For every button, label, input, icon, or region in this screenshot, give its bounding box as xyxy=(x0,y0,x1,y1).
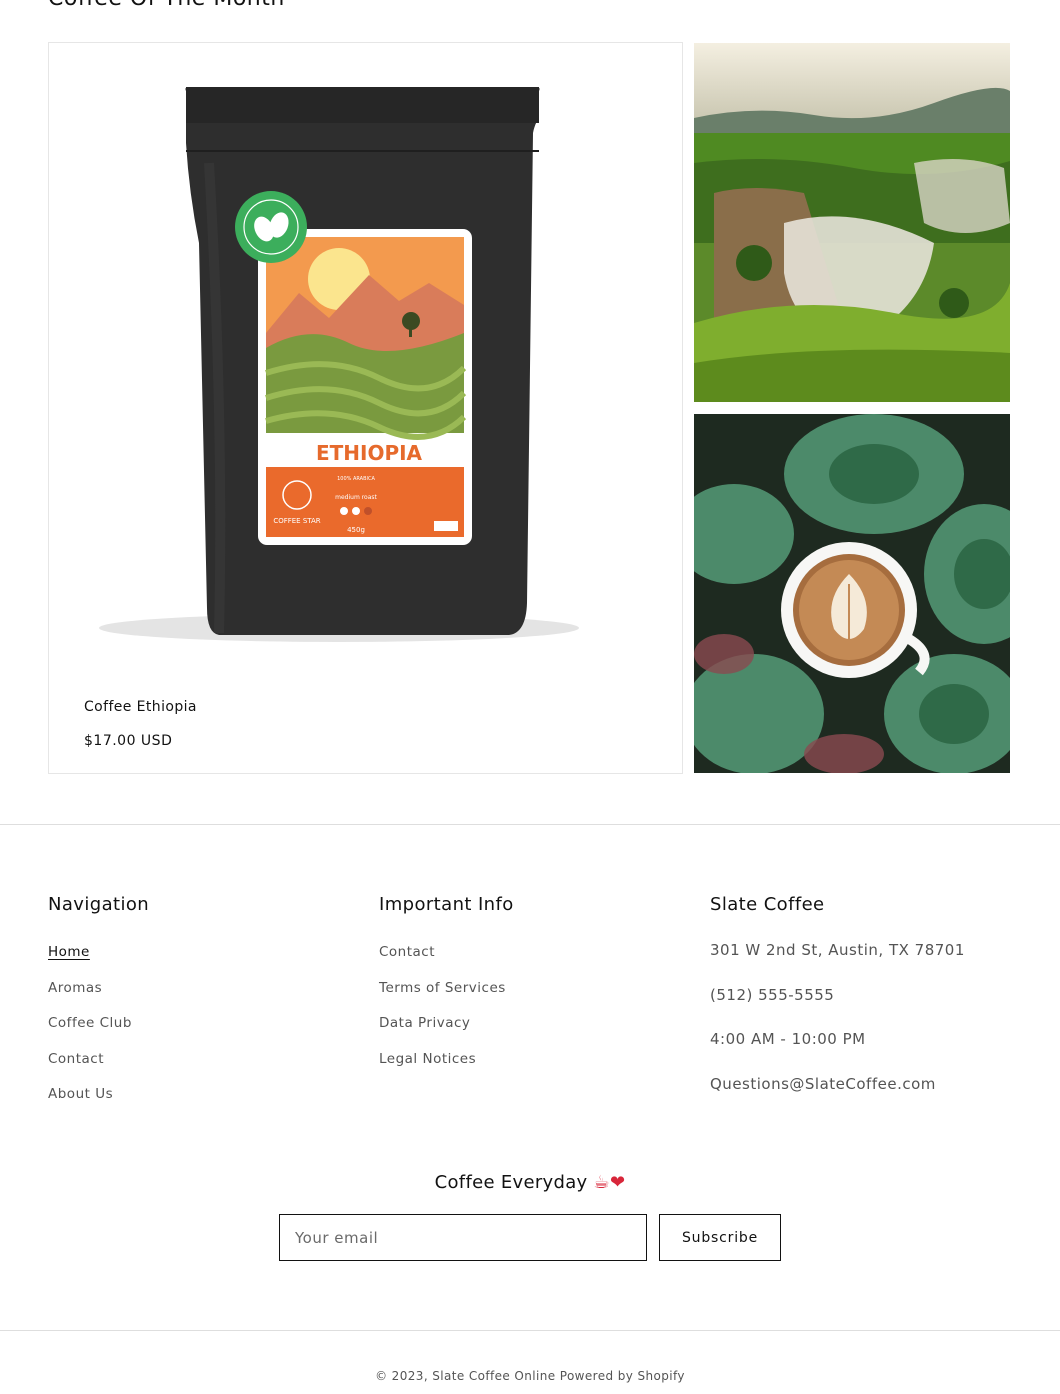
newsletter-title-text: Coffee Everyday xyxy=(434,1172,588,1193)
footer-link-coffee-club[interactable]: Coffee Club xyxy=(48,1015,132,1031)
product-name[interactable]: Coffee Ethiopia xyxy=(84,699,197,715)
footer-link-terms[interactable]: Terms of Services xyxy=(379,980,506,996)
footer-divider-top xyxy=(0,824,1060,825)
email-field[interactable] xyxy=(279,1214,647,1261)
latte-succulents-image xyxy=(694,414,1010,773)
footer-link-about-us[interactable]: About Us xyxy=(48,1086,113,1102)
store-heading: Slate Coffee xyxy=(710,894,825,915)
product-card[interactable]: ETHIOPIA COFFEE STAR 100% ARABICA medium… xyxy=(48,42,683,774)
footer-store-info: Slate Coffee 301 W 2nd St, Austin, TX 78… xyxy=(710,894,965,1120)
copyright-prefix: © 2023, xyxy=(375,1369,429,1383)
store-address: 301 W 2nd St, Austin, TX 78701 xyxy=(710,941,965,959)
footer-link-contact-info[interactable]: Contact xyxy=(379,944,435,960)
newsletter-title: Coffee Everyday ☕❤ xyxy=(0,1172,1060,1193)
important-info-heading: Important Info xyxy=(379,894,514,915)
footer-link-data-privacy[interactable]: Data Privacy xyxy=(379,1015,470,1031)
navigation-heading: Navigation xyxy=(48,894,150,915)
bag-weight: 450g xyxy=(347,526,365,534)
bag-roast: medium roast xyxy=(335,494,377,501)
footer-link-contact[interactable]: Contact xyxy=(48,1051,104,1067)
email-input[interactable] xyxy=(295,1228,646,1247)
powered-by-shopify-link[interactable]: Powered by Shopify xyxy=(560,1369,685,1383)
footer-link-legal-notices[interactable]: Legal Notices xyxy=(379,1051,476,1067)
footer-link-aromas[interactable]: Aromas xyxy=(48,980,102,996)
store-home-link[interactable]: Slate Coffee Online xyxy=(432,1369,555,1383)
section-title: Coffee Of The Month xyxy=(48,0,285,11)
product-image[interactable]: ETHIOPIA COFFEE STAR 100% ARABICA medium… xyxy=(49,43,682,693)
footer-important-info: Important Info Contact Terms of Services… xyxy=(379,894,514,1083)
footer-divider-bottom xyxy=(0,1330,1060,1331)
coffee-heart-emoji-icon: ☕❤ xyxy=(593,1172,626,1193)
bag-brand: COFFEE STAR xyxy=(273,517,320,525)
waterfall-landscape-image xyxy=(694,43,1010,402)
bag-title: ETHIOPIA xyxy=(316,441,423,465)
store-phone: (512) 555-5555 xyxy=(710,985,835,1004)
footer-navigation: Navigation Home Aromas Coffee Club Conta… xyxy=(48,894,149,1119)
store-hours: 4:00 AM - 10:00 PM xyxy=(710,1030,866,1049)
footer-link-home[interactable]: Home xyxy=(48,944,90,960)
copyright: © 2023, Slate Coffee Online Powered by S… xyxy=(0,1369,1060,1383)
bag-type: 100% ARABICA xyxy=(337,476,375,482)
product-price: $17.00 USD xyxy=(84,733,173,749)
subscribe-button[interactable]: Subscribe xyxy=(659,1214,781,1261)
store-email: Questions@SlateCoffee.com xyxy=(710,1075,936,1094)
